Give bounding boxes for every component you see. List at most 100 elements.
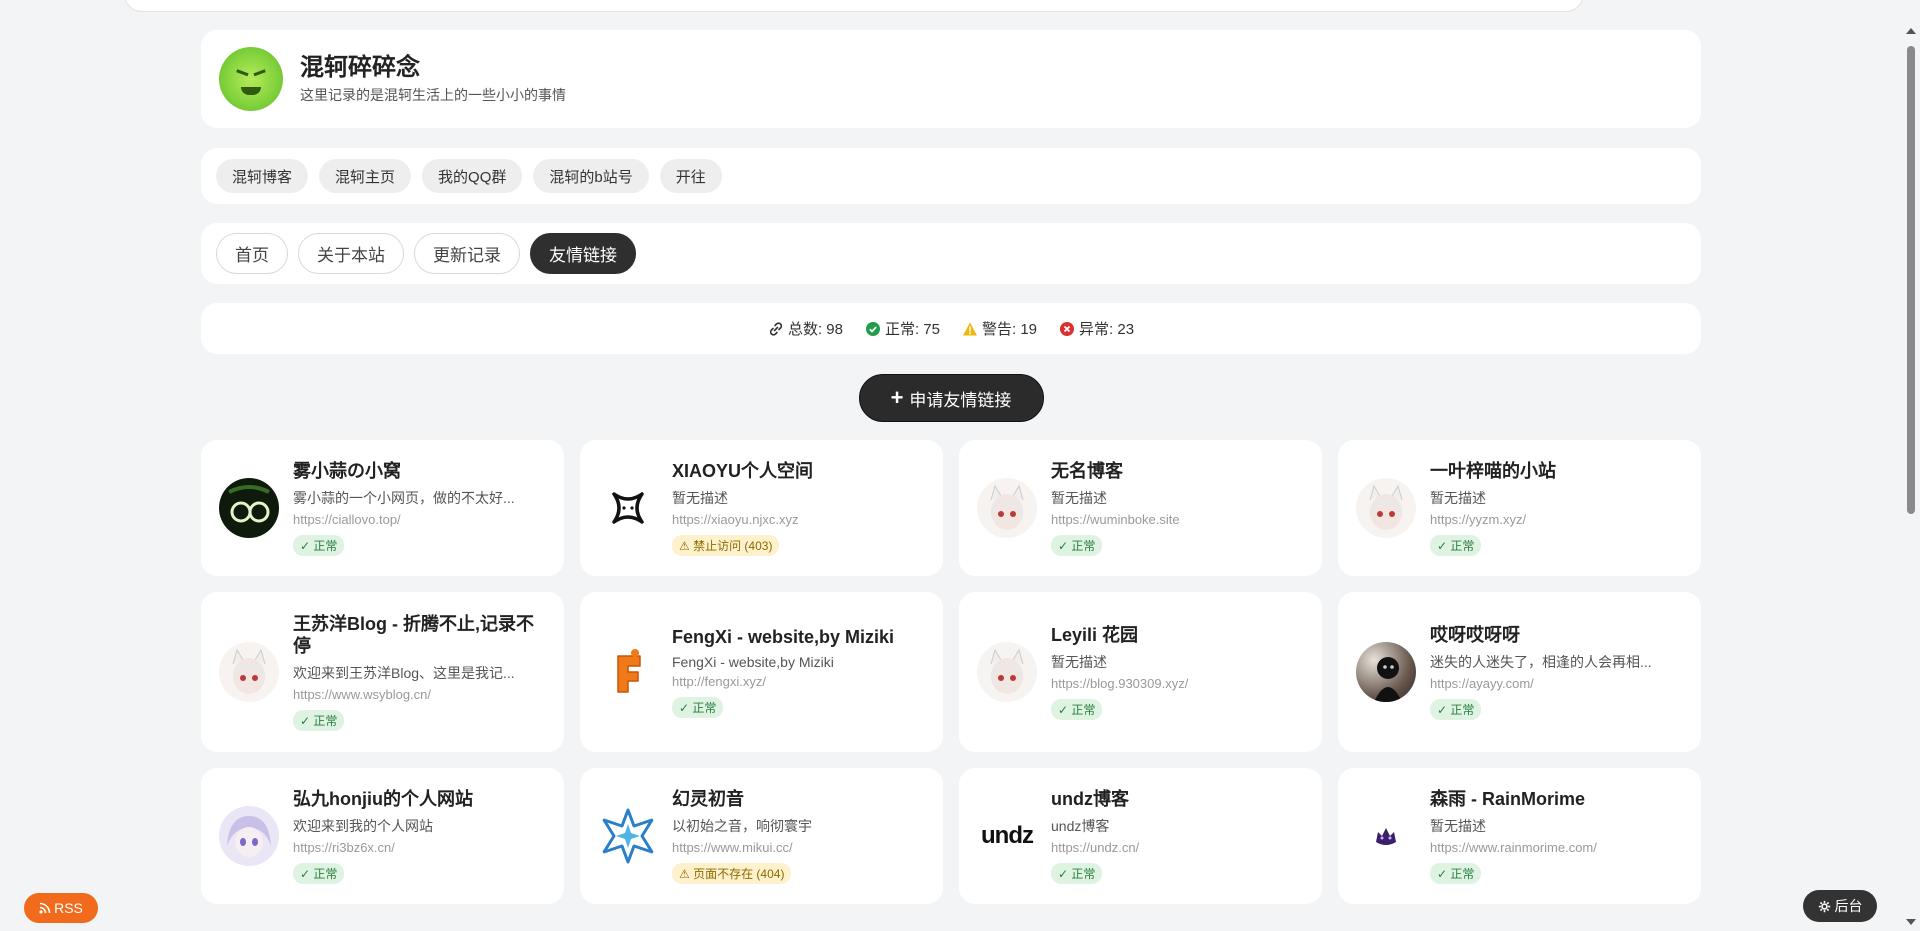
page-scrollbar[interactable] <box>1902 12 1920 931</box>
link-name[interactable]: undz博客 <box>1051 788 1306 810</box>
quicklink-travellings[interactable]: 开往 <box>659 159 722 193</box>
link-name[interactable]: 幻灵初音 <box>672 788 927 810</box>
stat-warning: 警告: 19 <box>962 318 1037 339</box>
stat-normal-text: 正常: 75 <box>884 321 940 338</box>
link-url[interactable]: https://ciallovo.top/ <box>293 512 548 527</box>
header-text: 混轲碎碎念 这里记录的是混轲生活上的一些小小的事情 <box>300 53 566 105</box>
link-url[interactable]: https://www.mikui.cc/ <box>672 840 927 855</box>
gear-icon <box>1818 900 1830 912</box>
site-title[interactable]: 混轲碎碎念 <box>300 53 566 83</box>
undz-text-avatar-icon: undz <box>977 806 1037 866</box>
apply-friend-link-button[interactable]: + 申请友情链接 <box>858 374 1044 422</box>
link-info: undz博客 undz博客 https://undz.cn/ ✓ 正常 <box>1051 788 1306 884</box>
rss-button[interactable]: RSS <box>24 893 98 923</box>
x-logo-avatar-icon <box>598 478 658 538</box>
purple-anime-avatar-icon <box>219 806 279 866</box>
link-url[interactable]: https://ayayy.com/ <box>1430 676 1685 691</box>
link-name[interactable]: 王苏洋Blog - 折腾不止,记录不停 <box>293 613 548 657</box>
plus-icon: + <box>890 385 904 410</box>
link-name[interactable]: 雾小蒜の小窝 <box>293 460 548 482</box>
link-description: 雾小蒜的一个小网页，做的不太好... <box>293 490 515 506</box>
link-description: 欢迎来到我的个人网站 <box>293 818 433 834</box>
status-badge: ✓ 正常 <box>1430 863 1482 884</box>
address-bar[interactable] <box>124 0 1584 12</box>
status-badge: ✓ 正常 <box>293 535 345 556</box>
link-url[interactable]: https://blog.930309.xyz/ <box>1051 676 1306 691</box>
dark-circles-avatar-icon <box>219 478 279 538</box>
quicklink-homepage[interactable]: 混轲主页 <box>319 159 412 193</box>
warning-triangle-icon <box>963 322 977 335</box>
undz-logo-text: undz <box>981 822 1034 849</box>
link-info: 雾小蒜の小窝 雾小蒜的一个小网页，做的不太好... https://ciallo… <box>293 460 548 556</box>
quicklink-qq-group[interactable]: 我的QQ群 <box>422 159 523 193</box>
tab-home[interactable]: 首页 <box>216 233 288 274</box>
stat-total-text: 总数: 98 <box>787 321 843 338</box>
scrollbar-thumb[interactable] <box>1907 46 1915 514</box>
link-description: 暂无描述 <box>672 490 728 506</box>
browser-toolbar-strip <box>0 0 1920 12</box>
check-circle-icon <box>865 321 880 336</box>
link-card[interactable]: 无名博客 暂无描述 https://wuminboke.site ✓ 正常 <box>959 440 1322 576</box>
link-url[interactable]: https://yyzm.xyz/ <box>1430 512 1685 527</box>
tab-changelog[interactable]: 更新记录 <box>414 233 520 274</box>
link-name[interactable]: XIAOYU个人空间 <box>672 460 927 482</box>
link-card[interactable]: undz undz博客 undz博客 https://undz.cn/ ✓ 正常 <box>959 768 1322 904</box>
main-container: 混轲碎碎念 这里记录的是混轲生活上的一些小小的事情 混轲博客 混轲主页 我的QQ… <box>201 30 1701 904</box>
link-url[interactable]: https://www.wsyblog.cn/ <box>293 687 548 702</box>
link-url[interactable]: https://undz.cn/ <box>1051 840 1306 855</box>
link-description: 暂无描述 <box>1051 490 1107 506</box>
dark-figure-avatar-icon <box>1356 642 1416 702</box>
admin-label: 后台 <box>1834 898 1863 914</box>
anime-girl-avatar-icon <box>1356 478 1416 538</box>
link-url[interactable]: http://fengxi.xyz/ <box>672 674 927 689</box>
stat-normal: 正常: 75 <box>865 318 940 339</box>
quicklink-bilibili[interactable]: 混轲的b站号 <box>533 159 649 193</box>
link-name[interactable]: Leyili 花园 <box>1051 624 1306 646</box>
link-name[interactable]: FengXi - website,by Miziki <box>672 626 927 648</box>
link-card[interactable]: 王苏洋Blog - 折腾不止,记录不停 欢迎来到王苏洋Blog、这里是我记...… <box>201 592 564 752</box>
link-card[interactable]: 哎呀哎呀呀 迷失的人迷失了，相逢的人会再相... https://ayayy.c… <box>1338 592 1701 752</box>
rss-icon <box>39 902 51 914</box>
status-badge: ✓ 正常 <box>1430 699 1482 720</box>
link-description: 暂无描述 <box>1430 818 1486 834</box>
scroll-up-arrow-icon[interactable] <box>1906 28 1916 34</box>
link-info: 哎呀哎呀呀 迷失的人迷失了，相逢的人会再相... https://ayayy.c… <box>1430 624 1685 720</box>
status-badge: ⚠ 页面不存在 (404) <box>672 863 792 884</box>
apply-wrap: + 申请友情链接 <box>201 374 1701 422</box>
link-icon <box>769 321 783 336</box>
quick-links-bar: 混轲博客 混轲主页 我的QQ群 混轲的b站号 开往 <box>201 148 1701 204</box>
anime-girl-avatar-icon <box>977 642 1037 702</box>
status-badge: ✓ 正常 <box>1051 863 1103 884</box>
friend-links-grid: 雾小蒜の小窝 雾小蒜的一个小网页，做的不太好... https://ciallo… <box>201 440 1701 904</box>
link-card[interactable]: 森雨 - RainMorime 暂无描述 https://www.rainmor… <box>1338 768 1701 904</box>
link-name[interactable]: 哎呀哎呀呀 <box>1430 624 1685 646</box>
admin-button[interactable]: 后台 <box>1803 890 1877 922</box>
link-info: 森雨 - RainMorime 暂无描述 https://www.rainmor… <box>1430 788 1685 884</box>
link-description: 欢迎来到王苏洋Blog、这里是我记... <box>293 665 515 681</box>
site-header: 混轲碎碎念 这里记录的是混轲生活上的一些小小的事情 <box>201 30 1701 128</box>
link-url[interactable]: https://xiaoyu.njxc.xyz <box>672 512 927 527</box>
scroll-down-arrow-icon[interactable] <box>1906 919 1916 925</box>
link-card[interactable]: 一叶梓喵的小站 暂无描述 https://yyzm.xyz/ ✓ 正常 <box>1338 440 1701 576</box>
link-url[interactable]: https://ri3bz6x.cn/ <box>293 840 548 855</box>
tab-about[interactable]: 关于本站 <box>298 233 404 274</box>
link-card[interactable]: FengXi - website,by Miziki FengXi - webs… <box>580 592 943 752</box>
status-badge: ✓ 正常 <box>1051 699 1103 720</box>
tab-friend-links[interactable]: 友情链接 <box>530 233 636 274</box>
link-url[interactable]: https://wuminboke.site <box>1051 512 1306 527</box>
site-logo[interactable] <box>219 47 283 111</box>
link-card[interactable]: Leyili 花园 暂无描述 https://blog.930309.xyz/ … <box>959 592 1322 752</box>
link-url[interactable]: https://www.rainmorime.com/ <box>1430 840 1685 855</box>
link-card[interactable]: 雾小蒜の小窝 雾小蒜的一个小网页，做的不太好... https://ciallo… <box>201 440 564 576</box>
star-logo-avatar-icon <box>598 806 658 866</box>
link-name[interactable]: 一叶梓喵的小站 <box>1430 460 1685 482</box>
link-name[interactable]: 森雨 - RainMorime <box>1430 788 1685 810</box>
link-name[interactable]: 无名博客 <box>1051 460 1306 482</box>
status-badge: ✓ 正常 <box>672 697 724 718</box>
status-badge: ✓ 正常 <box>1430 535 1482 556</box>
link-card[interactable]: 弘九honjiu的个人网站 欢迎来到我的个人网站 https://ri3bz6x… <box>201 768 564 904</box>
link-card[interactable]: XIAOYU个人空间 暂无描述 https://xiaoyu.njxc.xyz … <box>580 440 943 576</box>
quicklink-blog[interactable]: 混轲博客 <box>216 159 309 193</box>
link-name[interactable]: 弘九honjiu的个人网站 <box>293 788 548 810</box>
link-card[interactable]: 幻灵初音 以初始之音，响彻寰宇 https://www.mikui.cc/ ⚠ … <box>580 768 943 904</box>
